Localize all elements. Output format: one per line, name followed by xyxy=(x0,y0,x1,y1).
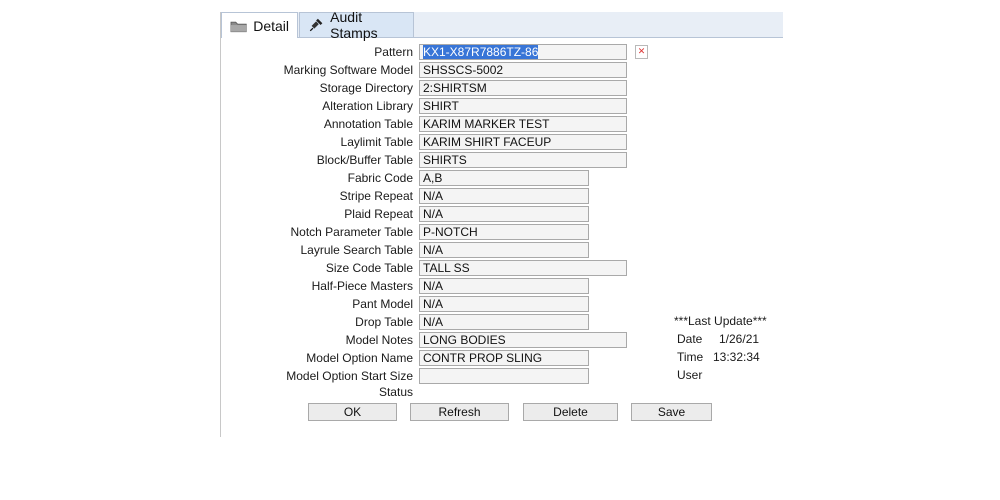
storage-directory-label: Storage Directory xyxy=(319,81,413,95)
row-laylimit-table: Laylimit Table KARIM SHIRT FACEUP xyxy=(221,134,783,150)
row-marking-software-model: Marking Software Model SHSSCS-5002 xyxy=(221,62,783,78)
row-block-buffer-table: Block/Buffer Table SHIRTS xyxy=(221,152,783,168)
date-label: Date xyxy=(677,332,703,346)
fabric-code-input[interactable]: A,B xyxy=(419,170,589,186)
delete-button[interactable]: Delete xyxy=(523,403,618,421)
stripe-repeat-label: Stripe Repeat xyxy=(339,189,413,203)
row-storage-directory: Storage Directory 2:SHIRTSM xyxy=(221,80,783,96)
row-status: Status xyxy=(221,384,783,400)
half-piece-masters-input[interactable]: N/A xyxy=(419,278,589,294)
pattern-label: Pattern xyxy=(374,45,413,59)
laylimit-table-label: Laylimit Table xyxy=(340,135,413,149)
status-label: Status xyxy=(378,385,413,399)
model-option-name-label: Model Option Name xyxy=(306,351,413,365)
row-fabric-code: Fabric Code A,B xyxy=(221,170,783,186)
row-size-code-table: Size Code Table TALL SS xyxy=(221,260,783,276)
storage-directory-input[interactable]: 2:SHIRTSM xyxy=(419,80,627,96)
tab-strip: Detail Audit Stamps xyxy=(221,9,783,41)
model-notes-label: Model Notes xyxy=(345,333,413,347)
row-notch-parameter-table: Notch Parameter Table P-NOTCH xyxy=(221,224,783,240)
time-value: 13:32:34 xyxy=(713,350,760,364)
folder-icon xyxy=(230,21,247,32)
tab-detail-label: Detail xyxy=(253,17,289,34)
date-value: 1/26/21 xyxy=(719,332,760,346)
block-buffer-table-label: Block/Buffer Table xyxy=(316,153,413,167)
ok-button[interactable]: OK xyxy=(308,403,397,421)
tab-audit-stamps-label: Audit Stamps xyxy=(330,9,378,41)
notch-parameter-table-label: Notch Parameter Table xyxy=(290,225,413,239)
last-update-title: ***Last Update*** xyxy=(674,314,767,328)
drop-table-label: Drop Table xyxy=(355,315,413,329)
row-plaid-repeat: Plaid Repeat N/A xyxy=(221,206,783,222)
stamp-icon xyxy=(309,18,323,32)
save-button[interactable]: Save xyxy=(631,403,712,421)
laylimit-table-input[interactable]: KARIM SHIRT FACEUP xyxy=(419,134,627,150)
refresh-button[interactable]: Refresh xyxy=(410,403,509,421)
notch-parameter-table-input[interactable]: P-NOTCH xyxy=(419,224,589,240)
row-annotation-table: Annotation Table KARIM MARKER TEST xyxy=(221,116,783,132)
clear-pattern-button[interactable]: ✕ xyxy=(635,45,648,59)
block-buffer-table-input[interactable]: SHIRTS xyxy=(419,152,627,168)
size-code-table-label: Size Code Table xyxy=(325,261,413,275)
detail-panel: Detail Audit Stamps Pattern KX1-X87R7886… xyxy=(220,9,783,437)
half-piece-masters-label: Half-Piece Masters xyxy=(311,279,413,293)
pattern-value: KX1-X87R7886TZ-86 xyxy=(423,45,539,59)
pant-model-input[interactable]: N/A xyxy=(419,296,589,312)
user-label: User xyxy=(677,368,703,382)
model-option-start-size-label: Model Option Start Size xyxy=(286,369,413,383)
alteration-library-input[interactable]: SHIRT xyxy=(419,98,627,114)
alteration-library-label: Alteration Library xyxy=(322,99,413,113)
model-option-name-input[interactable]: CONTR PROP SLING xyxy=(419,350,589,366)
plaid-repeat-label: Plaid Repeat xyxy=(344,207,413,221)
close-icon: ✕ xyxy=(637,46,646,56)
pant-model-label: Pant Model xyxy=(352,297,413,311)
row-alteration-library: Alteration Library SHIRT xyxy=(221,98,783,114)
tab-audit-stamps[interactable]: Audit Stamps xyxy=(299,9,414,41)
row-stripe-repeat: Stripe Repeat N/A xyxy=(221,188,783,204)
marking-software-model-label: Marking Software Model xyxy=(283,63,413,77)
row-layrule-search-table: Layrule Search Table N/A xyxy=(221,242,783,258)
time-label: Time xyxy=(677,350,704,364)
row-pant-model: Pant Model N/A xyxy=(221,296,783,312)
fabric-code-label: Fabric Code xyxy=(347,171,413,185)
row-pattern: Pattern KX1-X87R7886TZ-86 ✕ xyxy=(221,44,783,60)
annotation-table-label: Annotation Table xyxy=(323,117,413,131)
layrule-search-table-input[interactable]: N/A xyxy=(419,242,589,258)
size-code-table-input[interactable]: TALL SS xyxy=(419,260,627,276)
model-option-start-size-input[interactable] xyxy=(419,368,589,384)
row-half-piece-masters: Half-Piece Masters N/A xyxy=(221,278,783,294)
plaid-repeat-input[interactable]: N/A xyxy=(419,206,589,222)
marking-software-model-input[interactable]: SHSSCS-5002 xyxy=(419,62,627,78)
stripe-repeat-input[interactable]: N/A xyxy=(419,188,589,204)
annotation-table-input[interactable]: KARIM MARKER TEST xyxy=(419,116,627,132)
pattern-input[interactable]: KX1-X87R7886TZ-86 xyxy=(419,44,627,60)
model-notes-input[interactable]: LONG BODIES xyxy=(419,332,627,348)
tab-detail[interactable]: Detail xyxy=(221,12,298,38)
drop-table-input[interactable]: N/A xyxy=(419,314,589,330)
layrule-search-table-label: Layrule Search Table xyxy=(300,243,413,257)
